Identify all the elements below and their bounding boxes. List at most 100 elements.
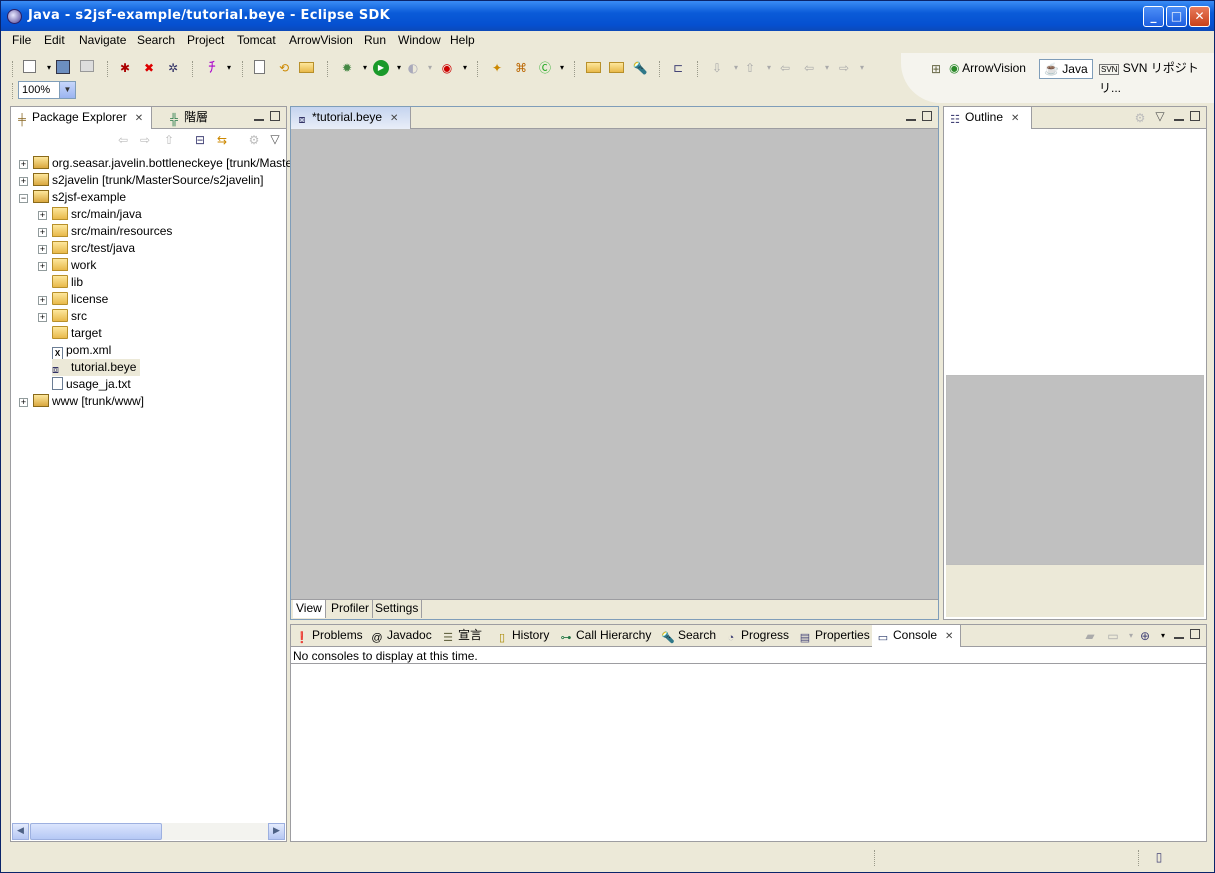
tab-settings[interactable]: Settings	[372, 600, 423, 618]
outline-filter-icon[interactable]: ⚙	[1132, 110, 1148, 126]
pin-console-icon[interactable]: ▰	[1082, 628, 1098, 644]
tree-item[interactable]: − s2jsf-example	[19, 189, 126, 206]
minimize-view-icon[interactable]	[906, 115, 916, 121]
tree-item[interactable]: lib	[52, 274, 83, 291]
debug-icon[interactable]: ✹	[339, 60, 355, 76]
new-package-icon[interactable]: ✦	[489, 60, 505, 76]
forward-dropdown-icon[interactable]: ▾	[854, 60, 870, 76]
scroll-left-icon[interactable]: ◀	[12, 823, 29, 840]
chevron-down-icon[interactable]: ▼	[59, 82, 75, 98]
tree-item[interactable]: + src/main/resources	[38, 223, 172, 240]
back-dropdown-icon[interactable]: ▾	[819, 60, 835, 76]
run-icon[interactable]: ▶	[373, 60, 389, 76]
tree-item[interactable]: target	[52, 325, 102, 342]
scroll-right-icon[interactable]: ▶	[268, 823, 285, 840]
menu-project[interactable]: Project	[187, 33, 224, 47]
back-icon[interactable]: ⇦	[801, 60, 817, 76]
maximize-view-icon[interactable]	[1190, 629, 1200, 639]
tree-item[interactable]: + src/main/java	[38, 206, 142, 223]
outline-preview-area[interactable]	[946, 375, 1204, 565]
menu-arrowvision[interactable]: ArrowVision	[289, 33, 353, 47]
view-menu-icon[interactable]: ▽	[1152, 108, 1168, 124]
open-perspective-icon[interactable]: ⊞	[928, 61, 944, 77]
maximize-view-icon[interactable]	[270, 111, 280, 121]
expand-icon[interactable]: +	[38, 313, 47, 322]
perspective-svn[interactable]: SVN SVN リポジトリ...	[1099, 59, 1214, 95]
minimize-button[interactable]: _	[1143, 6, 1164, 27]
tree-item[interactable]: + src	[38, 308, 87, 325]
tab-outline[interactable]: ☷ Outline ✕	[944, 107, 1032, 129]
tab-progress[interactable]: ◔ Progress	[720, 625, 789, 647]
new-file-icon[interactable]	[254, 60, 265, 74]
tab-properties[interactable]: ▤ Properties	[794, 625, 870, 647]
new-dropdown-icon[interactable]: ▾	[41, 60, 57, 76]
open-console-icon[interactable]: ⊕	[1137, 628, 1153, 644]
view-menu-icon[interactable]: ▽	[267, 131, 283, 147]
tab-profiler[interactable]: Profiler	[328, 600, 374, 618]
menu-search[interactable]: Search	[137, 33, 175, 47]
forward-icon[interactable]: ⇨	[836, 60, 852, 76]
tab-console[interactable]: ▭ Console ✕	[872, 625, 961, 647]
tab-search[interactable]: 🔦 Search	[657, 625, 716, 647]
external-tools-icon[interactable]: ◉	[439, 60, 455, 76]
tree-item[interactable]: + s2javelin [trunk/MasterSource/s2javelin…	[19, 172, 263, 189]
arrowvision-config-icon[interactable]: ✲	[165, 60, 181, 76]
up-icon[interactable]: ⇧	[161, 132, 177, 148]
editor-canvas[interactable]	[291, 129, 938, 599]
tree-item-selected[interactable]: ⧈ tutorial.beye	[52, 359, 141, 376]
tab-problems[interactable]: ❗ Problems	[291, 625, 363, 647]
expand-icon[interactable]: +	[38, 228, 47, 237]
jsf-dropdown-icon[interactable]: ▾	[221, 60, 237, 76]
expand-icon[interactable]: +	[38, 211, 47, 220]
previous-annotation-dropdown-icon[interactable]: ▾	[761, 60, 777, 76]
close-icon[interactable]: ✕	[945, 631, 953, 642]
collapse-all-icon[interactable]: ⊟	[192, 132, 208, 148]
tree-item[interactable]: + org.seasar.javelin.bottleneckeye [trunk…	[19, 155, 292, 172]
tab-tutorial-beye[interactable]: ⧈ *tutorial.beye ✕	[291, 107, 411, 129]
new-java-element-dropdown-icon[interactable]: ▾	[554, 60, 570, 76]
new-icon[interactable]	[23, 60, 36, 73]
expand-icon[interactable]: +	[19, 160, 28, 169]
tree-item[interactable]: Xpom.xml	[52, 342, 111, 360]
refresh-icon[interactable]: ⟲	[276, 60, 292, 76]
arrowvision-run-icon[interactable]: ✱	[117, 60, 133, 76]
new-java-element-icon[interactable]: Ⓒ	[537, 60, 553, 76]
open-resource-icon[interactable]	[609, 62, 624, 73]
tab-javadoc[interactable]: @ Javadoc	[366, 625, 431, 647]
coverage-icon[interactable]: ◐	[405, 60, 421, 76]
previous-annotation-icon[interactable]: ⇧	[742, 60, 758, 76]
collapse-icon[interactable]: −	[19, 194, 28, 203]
maximize-button[interactable]: □	[1166, 6, 1187, 27]
jsf-icon[interactable]: ﾁ	[204, 59, 220, 75]
tree-item[interactable]: + src/test/java	[38, 240, 135, 257]
perspective-java[interactable]: ☕ Java	[1039, 59, 1093, 79]
open-folder-icon[interactable]	[299, 62, 314, 73]
menu-help[interactable]: Help	[450, 33, 475, 47]
menu-edit[interactable]: Edit	[44, 33, 65, 47]
next-annotation-icon[interactable]: ⇩	[709, 60, 725, 76]
tab-hierarchy[interactable]: ╬ 階層	[163, 107, 208, 129]
toggle-mark-occurrences-icon[interactable]: ⊏	[670, 60, 686, 76]
menu-window[interactable]: Window	[398, 33, 441, 47]
menu-tomcat[interactable]: Tomcat	[237, 33, 276, 47]
menu-run[interactable]: Run	[364, 33, 386, 47]
open-type-icon[interactable]	[586, 62, 601, 73]
print-icon[interactable]	[80, 60, 94, 72]
horizontal-scrollbar[interactable]: ◀ ▶	[12, 823, 285, 840]
arrowvision-stop-icon[interactable]: ✖	[141, 60, 157, 76]
tab-history[interactable]: ▯ History	[491, 625, 549, 647]
new-class-icon[interactable]: ⌘	[513, 60, 529, 76]
scrollbar-thumb[interactable]	[30, 823, 162, 840]
tab-call-hierarchy[interactable]: ⊶ Call Hierarchy	[555, 625, 652, 647]
menu-file[interactable]: File	[12, 33, 31, 47]
close-icon[interactable]: ✕	[1011, 113, 1019, 124]
tree-item[interactable]: + www [trunk/www]	[19, 393, 144, 410]
filters-icon[interactable]: ⚙	[246, 132, 262, 148]
save-icon[interactable]	[56, 60, 70, 74]
maximize-view-icon[interactable]	[922, 111, 932, 121]
last-edit-location-icon[interactable]: ⇦	[777, 60, 793, 76]
perspective-arrowvision[interactable]: ◉ ArrowVision	[949, 59, 1026, 79]
expand-icon[interactable]: +	[19, 398, 28, 407]
expand-icon[interactable]: +	[38, 262, 47, 271]
tab-view[interactable]: View	[293, 600, 326, 618]
